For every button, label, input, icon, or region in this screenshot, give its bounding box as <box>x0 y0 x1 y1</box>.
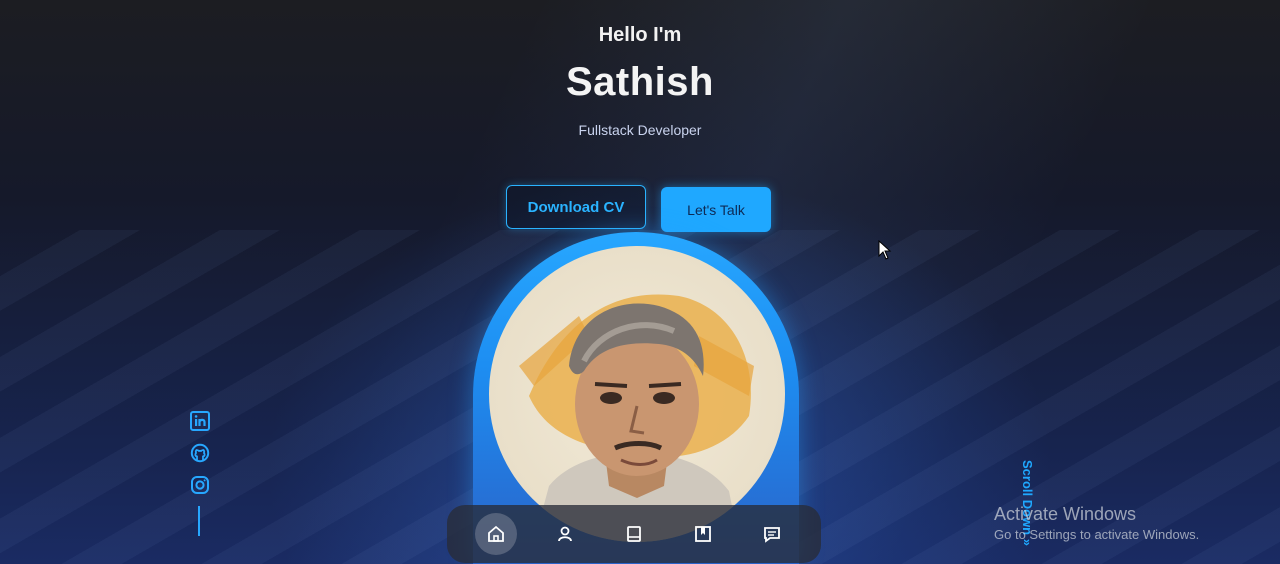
nav-home[interactable] <box>474 513 517 555</box>
nav-about[interactable] <box>544 513 586 555</box>
profile-photo <box>489 246 785 542</box>
activate-subtitle: Go to Settings to activate Windows. <box>994 527 1200 542</box>
instagram-icon[interactable] <box>189 474 211 496</box>
social-divider <box>198 506 200 536</box>
activate-title: Activate Windows <box>994 504 1137 524</box>
activate-windows-watermark: Activate Windows Go to Settings to activ… <box>994 504 1264 542</box>
book-icon <box>627 526 641 542</box>
nav-contact[interactable] <box>751 513 793 555</box>
nav-experience[interactable] <box>613 513 655 555</box>
social-links <box>189 410 211 536</box>
mouse-cursor-icon <box>878 240 892 260</box>
home-icon <box>487 525 504 542</box>
hero-name: Sathish <box>566 60 714 104</box>
nav-portfolio[interactable] <box>682 513 724 555</box>
lets-talk-button[interactable]: Let's Talk <box>661 187 771 232</box>
bookmark-icon <box>695 526 712 542</box>
github-icon[interactable] <box>189 442 211 464</box>
user-icon <box>557 526 572 542</box>
hero-role: Fullstack Developer <box>578 122 702 138</box>
bottom-nav <box>447 505 821 563</box>
linkedin-icon[interactable] <box>189 410 211 432</box>
download-cv-button[interactable]: Download CV <box>506 185 646 229</box>
hero-greeting: Hello I'm <box>598 24 682 46</box>
message-icon <box>764 527 781 543</box>
